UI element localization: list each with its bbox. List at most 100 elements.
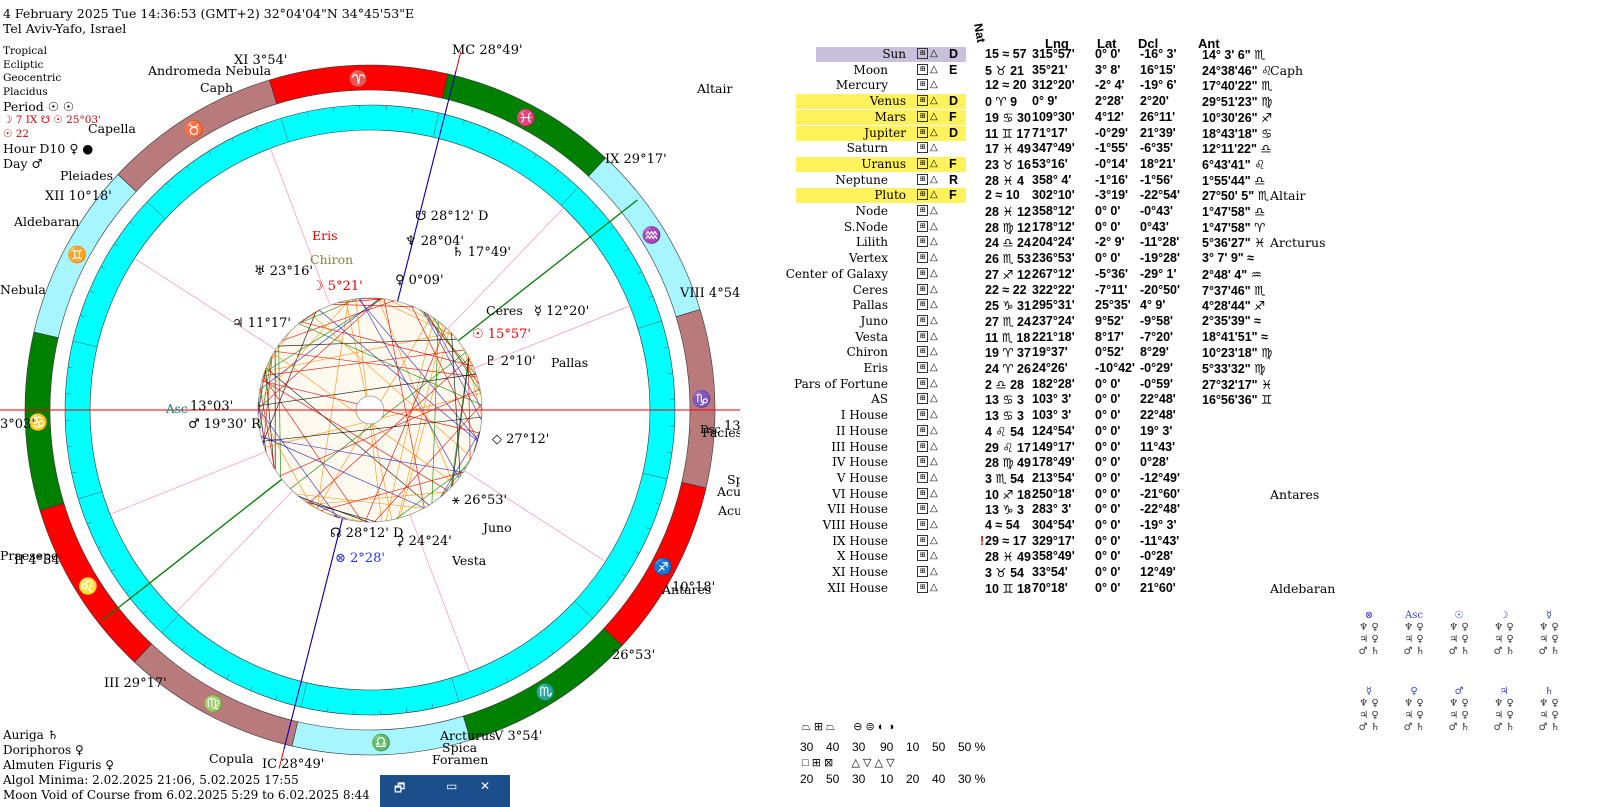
row-lng: 0° 9' <box>1032 94 1058 109</box>
dignity-icons: ⊞ △ <box>917 79 938 91</box>
table-row[interactable]: XII House ⊞ △ 10 ♊ 18 70°18' 0° 0' 21°60' Aldeb… <box>740 581 1360 597</box>
table-row[interactable]: Eris ⊞ △ 24 ♈ 26 24°26' -10°42' -0°29' 5°33'32"… <box>740 361 1360 377</box>
almuten-line: Almuten Figuris ♀ <box>3 758 114 772</box>
row-name: I House <box>840 408 888 423</box>
row-name: Vesta <box>855 329 888 344</box>
table-row[interactable]: Neptune ⊞ △ R 28 ♓ 4 358° 4' -1°16' -1°56' 1°55'… <box>740 173 1360 189</box>
minimize-icon[interactable]: ▭ <box>446 779 457 793</box>
chart-planet-label[interactable]: ♇ 2°10' <box>485 354 536 369</box>
auriga-line: Auriga ♄ <box>3 728 59 742</box>
house-cusp-label: IX 29°17' <box>605 152 667 167</box>
house-cusp-label: VIII 4°54' <box>679 286 740 301</box>
dignity-icons: ⊞ △ <box>917 393 938 405</box>
row-lat: 4°12' <box>1095 109 1124 124</box>
chart-planet-label[interactable]: ☋ 28°12' D <box>415 209 488 224</box>
close-icon[interactable]: ✕ <box>480 779 490 793</box>
table-row[interactable]: Node ⊞ △ 28 ♓ 12 358°12' 0° 0' -0°43' 1°47'58" … <box>740 204 1360 220</box>
house-cusp-label: MC 28°49' <box>452 43 523 58</box>
chart-fixed-star: Caph <box>200 80 233 95</box>
table-row[interactable]: Moon ⊞ △ E 5 ♉ 21 35°21' 3° 8' 16°15' 24°38'46" … <box>740 63 1360 79</box>
table-row[interactable]: V House ⊞ △ 3 ♏ 54 213°54' 0° 0' -12°49' <box>740 471 1360 487</box>
row-lat: 0° 0' <box>1095 565 1121 580</box>
aspect-cell: ♄ ♆ ♀ ♃ ♀ ♂ ♄ <box>1538 686 1560 733</box>
table-row[interactable]: Pallas ⊞ △ 25 ♑ 31 295°31' 25°35' 4° 9' 4°28'44… <box>740 298 1360 314</box>
table-row[interactable]: AS ⊞ △ 13 ♋ 3 103° 3' 0° 0' 22°48' 16°56'36" ♊ <box>740 392 1360 408</box>
table-row[interactable]: Ceres ⊞ △ 22 ≈ 22 322°22' -7°11' -20°50' 7°37'4… <box>740 283 1360 299</box>
table-row[interactable]: Venus ⊞ △ D 0 ♈ 9 0° 9' 2°28' 2°20' 29°51'23" ♍ <box>740 94 1360 110</box>
chart-planet-label[interactable]: ♃ 11°17' <box>232 316 291 331</box>
natal-chart-wheel[interactable]: ♈♉♊♋♌♍♎♏♐♑♒♓♆ 28°04'☋ 28°12' D♄ 17°49'♅ … <box>0 40 740 807</box>
table-row[interactable]: VII House ⊞ △ 13 ♑ 3 283° 3' 0° 0' -22°48' <box>740 502 1360 518</box>
table-row[interactable]: Jupiter ⊞ △ D 11 ♊ 17 71°17' -0°29' 21°39' 18°43… <box>740 125 1360 142</box>
table-row[interactable]: S.Node ⊞ △ 28 ♍ 12 178°12' 0° 0' 0°43' 1°47'58"… <box>740 220 1360 236</box>
row-lng: 358° 4' <box>1032 172 1072 187</box>
chart-planet-label[interactable]: ☿ 12°20' <box>534 304 589 319</box>
row-ant: 1°55'44" ♎ <box>1202 173 1266 188</box>
row-lat: 0° 0' <box>1095 251 1121 266</box>
legend-icons-row2: □ ⊞ ⊠ △ ▽ △ ▽ <box>802 757 895 769</box>
chart-fixed-star: Juno <box>481 520 512 535</box>
row-fixed-star: Altair <box>1270 188 1306 204</box>
row-dcl: -19° 3' <box>1140 518 1177 532</box>
table-row[interactable]: Vertex ⊞ △ 26 ♏ 53 236°53' 0° 0' -19°28' 3° 7' … <box>740 251 1360 267</box>
row-name: Node <box>855 204 888 218</box>
chart-planet-label[interactable]: ♀ 0°09' <box>395 273 444 288</box>
table-row[interactable]: Saturn ⊞ △ 17 ♓ 49 347°49' -1°55' -6°35' 12°11'… <box>740 141 1360 157</box>
row-pos: 28 ♓ 49 <box>985 550 1031 565</box>
dignity-icons: ⊞ △ <box>917 581 938 593</box>
chart-planet-label[interactable]: ☊ 28°12' D <box>330 526 403 541</box>
row-name: S.Node <box>843 219 888 234</box>
row-name: Eris <box>863 361 889 375</box>
table-row[interactable]: Juno ⊞ △ 27 ♏ 24 237°24' 9°52' -9°58' 2°35'39" … <box>740 314 1360 330</box>
chart-planet-label[interactable]: ⊗ 2°28' <box>335 551 385 566</box>
table-row[interactable]: Vesta ⊞ △ 11 ♏ 18 221°18' 8°17' -7°20' 18°41'51… <box>740 330 1360 346</box>
table-row[interactable]: X House ⊞ △ 28 ♓ 49 358°49' 0° 0' -0°28' <box>740 549 1360 565</box>
table-row[interactable]: IX House ⊞ △! 29 ≈ 17 329°17' 0° 0' -11°43' <box>740 534 1360 550</box>
table-row[interactable]: VI House ⊞ △ 10 ♐ 18 250°18' 0° 0' -21°60' Anta… <box>740 487 1360 503</box>
table-row[interactable]: Center of Galaxy ⊞ △ 27 ♐ 12 267°12' -5°36' -2… <box>740 267 1360 283</box>
legend-value: 30 <box>852 740 866 754</box>
row-name: Venus <box>869 94 906 109</box>
table-row[interactable]: Chiron ⊞ △ 19 ♈ 37 19°37' 0°52' 8°29' 10°23'18"… <box>740 345 1360 361</box>
chart-planet-label[interactable]: ◇ 27°12' <box>492 432 549 447</box>
row-ant: 16°56'36" ♊ <box>1202 393 1273 408</box>
row-lng: 103° 3' <box>1032 392 1072 407</box>
chart-planet-label[interactable]: ⚳ 24°24' <box>395 534 452 549</box>
row-pos: 19 ♈ 37 <box>985 346 1031 361</box>
chart-fixed-star: Altair <box>696 81 732 96</box>
chart-planet-label[interactable]: ☽ 5°21' <box>312 279 363 294</box>
row-pos: 2 ♎ 28 <box>985 377 1025 392</box>
taskbar-window-button[interactable]: 🗗 ▭ ✕ <box>380 775 510 807</box>
table-row[interactable]: Lilith ⊞ △ 24 ♎ 24 204°24' -2° 9' -11°28' 5°36'… <box>740 235 1360 251</box>
chart-fixed-star: Vesta <box>451 553 487 568</box>
row-name: Pallas <box>852 298 888 313</box>
table-row[interactable]: Sun ⊞ △ D 15 ≈ 57 315°57' 0° 0' -16° 3' 14° 3' 6… <box>740 47 1360 63</box>
chart-planet-label[interactable]: ☉ 15°57' <box>472 327 531 342</box>
table-row[interactable]: Pluto ⊞ △ F 2 ≈ 10 302°10' -3°19' -22°54' 27°50'… <box>740 188 1360 204</box>
table-row[interactable]: Mercury ⊞ △ 12 ≈ 20 312°20' -2° 4' -19° 6' 17°4… <box>740 78 1360 94</box>
table-row[interactable]: XI House ⊞ △ 3 ♉ 54 33°54' 0° 0' 12°49' <box>740 565 1360 581</box>
row-pos: 5 ♉ 21 <box>985 63 1025 78</box>
table-row[interactable]: IV House ⊞ △ 28 ♍ 49 178°49' 0° 0' 0°28' <box>740 455 1360 471</box>
chart-fixed-star: Pallas <box>551 355 588 370</box>
row-pos: 28 ♍ 12 <box>985 220 1031 235</box>
table-row[interactable]: Mars ⊞ △ F 19 ♋ 30 109°30' 4°12' 26°11' 10°30'26… <box>740 109 1360 126</box>
table-row[interactable]: Pars of Fortune ⊞ △ 2 ♎ 28 182°28' 0° 0' -0°59… <box>740 377 1360 393</box>
table-row[interactable]: I House ⊞ △ 13 ♋ 3 103° 3' 0° 0' 22°48' <box>740 408 1360 424</box>
row-ant: 10°23'18" ♍ <box>1202 346 1273 361</box>
chart-planet-label[interactable]: ♄ 17°49' <box>452 245 511 260</box>
chart-planet-label[interactable]: ⚹ 26°53' <box>452 493 507 508</box>
chart-planet-label[interactable]: ♅ 23°16' <box>254 264 313 279</box>
row-ant: 29°51'23" ♍ <box>1202 95 1273 110</box>
table-row[interactable]: VIII House ⊞ △ 4 ≈ 54 304°54' 0° 0' -19° 3' <box>740 518 1360 534</box>
row-name: Saturn <box>846 141 888 156</box>
table-row[interactable]: II House ⊞ △ 4 ♌ 54 124°54' 0° 0' 19° 3' <box>740 424 1360 440</box>
table-row[interactable]: III House ⊞ △ 29 ♌ 17 149°17' 0° 0' 11°43' <box>740 440 1360 456</box>
table-row[interactable]: Uranus ⊞ △ F 23 ♉ 16 53°16' -0°14' 18°21' 6°43'4… <box>740 156 1360 173</box>
legend-value: 50 <box>826 772 840 786</box>
row-lat: 0° 0' <box>1095 423 1121 438</box>
house-cusp-label: III 29°17' <box>104 676 167 691</box>
aspect-cell: ♀ ♆ ♀ ♃ ♀ ♂ ♄ <box>1403 686 1425 733</box>
row-pos: 13 ♑ 3 <box>985 503 1025 518</box>
chart-planet-label[interactable]: ♂ 19°30' R <box>188 417 262 432</box>
